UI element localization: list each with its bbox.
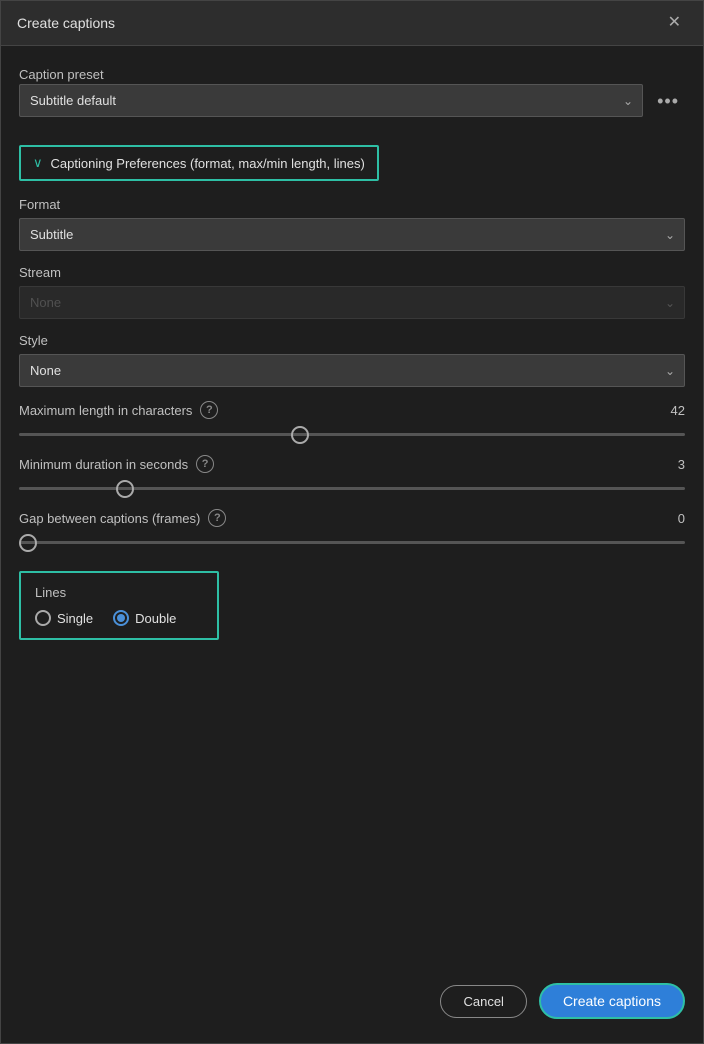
more-options-button[interactable]: ••• xyxy=(651,88,685,114)
max-length-label-row: Maximum length in characters ? 42 xyxy=(19,401,685,419)
max-length-value: 42 xyxy=(671,403,685,418)
format-wrapper: Subtitle ⌄ xyxy=(19,218,685,251)
min-duration-help-icon[interactable]: ? xyxy=(196,455,214,473)
max-length-help-icon[interactable]: ? xyxy=(200,401,218,419)
captioning-preferences-header[interactable]: ∨ Captioning Preferences (format, max/mi… xyxy=(19,145,379,181)
lines-double-option[interactable]: Double xyxy=(113,610,176,626)
gap-between-group: Gap between captions (frames) ? 0 xyxy=(19,509,685,549)
caption-preset-group: Caption preset Subtitle default ⌄ ••• xyxy=(19,66,685,131)
min-duration-slider[interactable] xyxy=(19,487,685,490)
title-bar: Create captions ✕ xyxy=(1,1,703,46)
caption-preset-row: Subtitle default ⌄ ••• xyxy=(19,84,685,117)
captioning-preferences-label: Captioning Preferences (format, max/min … xyxy=(51,156,365,171)
stream-group: Stream None ⌄ xyxy=(19,265,685,319)
stream-select: None xyxy=(19,286,685,319)
dialog-content: Caption preset Subtitle default ⌄ ••• ∨ … xyxy=(1,46,703,967)
lines-label: Lines xyxy=(35,585,203,600)
format-group: Format Subtitle ⌄ xyxy=(19,197,685,251)
style-wrapper: None ⌄ xyxy=(19,354,685,387)
preferences-chevron-icon: ∨ xyxy=(33,155,43,171)
gap-between-value: 0 xyxy=(678,511,685,526)
style-select[interactable]: None xyxy=(19,354,685,387)
stream-label: Stream xyxy=(19,265,685,280)
create-captions-button[interactable]: Create captions xyxy=(539,983,685,1019)
min-duration-label-row: Minimum duration in seconds ? 3 xyxy=(19,455,685,473)
max-length-label-text: Maximum length in characters ? xyxy=(19,401,218,419)
lines-section: Lines Single Double xyxy=(19,571,219,640)
caption-preset-wrapper: Subtitle default ⌄ xyxy=(19,84,643,117)
max-length-slider[interactable] xyxy=(19,433,685,436)
min-duration-value: 3 xyxy=(678,457,685,472)
cancel-button[interactable]: Cancel xyxy=(440,985,526,1018)
caption-preset-label: Caption preset xyxy=(19,67,104,82)
gap-between-label-row: Gap between captions (frames) ? 0 xyxy=(19,509,685,527)
lines-double-radio-circle xyxy=(113,610,129,626)
create-captions-dialog: Create captions ✕ Caption preset Subtitl… xyxy=(0,0,704,1044)
min-duration-label-text: Minimum duration in seconds ? xyxy=(19,455,214,473)
max-length-group: Maximum length in characters ? 42 xyxy=(19,401,685,441)
close-button[interactable]: ✕ xyxy=(662,13,687,33)
caption-preset-select[interactable]: Subtitle default xyxy=(19,84,643,117)
dialog-title: Create captions xyxy=(17,15,115,31)
gap-between-label-text: Gap between captions (frames) ? xyxy=(19,509,226,527)
gap-between-slider[interactable] xyxy=(19,541,685,544)
style-label: Style xyxy=(19,333,685,348)
stream-wrapper: None ⌄ xyxy=(19,286,685,319)
lines-single-radio-circle xyxy=(35,610,51,626)
lines-radio-group: Single Double xyxy=(35,610,203,626)
dialog-footer: Cancel Create captions xyxy=(1,967,703,1043)
lines-single-label: Single xyxy=(57,611,93,626)
style-group: Style None ⌄ xyxy=(19,333,685,387)
lines-single-option[interactable]: Single xyxy=(35,610,93,626)
lines-double-label: Double xyxy=(135,611,176,626)
format-label: Format xyxy=(19,197,685,212)
gap-between-help-icon[interactable]: ? xyxy=(208,509,226,527)
format-select[interactable]: Subtitle xyxy=(19,218,685,251)
min-duration-group: Minimum duration in seconds ? 3 xyxy=(19,455,685,495)
